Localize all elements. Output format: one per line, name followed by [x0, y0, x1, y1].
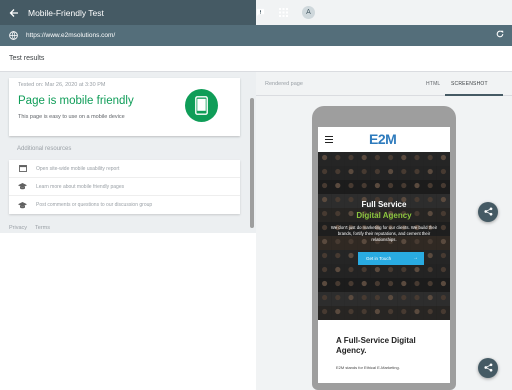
section-text: E2M stands for Ethical E-Marketing. [336, 365, 400, 370]
globe-icon [0, 31, 26, 40]
tab-screenshot[interactable]: SCREENSHOT [451, 81, 488, 87]
share-button[interactable] [478, 358, 498, 378]
hero-banner: Full Service Digital Agency We don't jus… [318, 152, 450, 320]
resource-label: Learn more about mobile friendly pages [36, 183, 125, 190]
cta-label: Get in Touch [366, 256, 392, 261]
privacy-link[interactable]: Privacy [9, 225, 27, 231]
share-icon [483, 359, 493, 377]
app-title: Mobile-Friendly Test [28, 7, 104, 18]
hero-title-line1: Full Service [361, 200, 407, 209]
graduation-cap-icon [9, 183, 36, 190]
results-pane: Tested on: Mar 26, 2020 at 3:30 PM Page … [0, 72, 256, 390]
url-bar: https://www.e2msolutions.com/ [0, 25, 512, 46]
hero-title-line2: Digital Agency [356, 211, 412, 220]
browser-window-icon [9, 165, 36, 172]
footer-links: Privacy Terms [9, 225, 50, 231]
site-header: E2M [318, 127, 450, 152]
tab-html[interactable]: HTML [426, 81, 440, 87]
feedback-icon[interactable] [256, 8, 265, 17]
rendered-page-pane: Rendered page HTML SCREENSHOT E2M Full S… [256, 72, 512, 390]
scrollbar-thumb[interactable] [250, 98, 254, 228]
tested-timestamp: Tested on: Mar 26, 2020 at 3:30 PM [18, 82, 106, 88]
account-avatar[interactable]: A [302, 6, 315, 19]
resource-link[interactable]: Post comments or questions to our discus… [9, 196, 240, 214]
result-card: Tested on: Mar 26, 2020 at 3:30 PM Page … [9, 78, 240, 136]
additional-resources-list: Open site-wide mobile usability report L… [9, 160, 240, 214]
rendered-page-label: Rendered page [265, 81, 303, 87]
rendered-page-header: Rendered page HTML SCREENSHOT [256, 72, 512, 96]
apps-grid-icon[interactable] [279, 8, 288, 17]
result-subtitle: This page is easy to use on a mobile dev… [18, 114, 125, 120]
active-tab-indicator [445, 94, 503, 96]
resource-label: Open site-wide mobile usability report [36, 165, 120, 172]
section-heading: A Full-Service Digital Agency. [336, 336, 416, 355]
site-section: A Full-Service Digital Agency. E2M stand… [318, 320, 450, 383]
app-bar: Mobile-Friendly Test A [0, 0, 512, 25]
graduation-cap-icon [9, 201, 36, 209]
results-header: Test results [0, 46, 512, 72]
additional-resources-title: Additional resources [17, 146, 72, 152]
share-icon [483, 203, 493, 221]
arrow-right-icon: → [413, 255, 418, 261]
share-button[interactable] [478, 202, 498, 222]
page-screenshot: E2M Full Service Digital Agency We don't… [318, 127, 450, 383]
result-headline: Page is mobile friendly [18, 95, 134, 107]
site-logo: E2M [369, 131, 397, 147]
hero-body-text: We don't just do marketing for our clien… [330, 225, 438, 242]
hamburger-menu-icon [325, 136, 333, 145]
resource-link[interactable]: Learn more about mobile friendly pages [9, 178, 240, 196]
back-arrow-icon[interactable] [0, 0, 28, 25]
get-in-touch-button: Get in Touch → [358, 252, 424, 265]
mobile-phone-icon [185, 89, 218, 122]
resource-label: Post comments or questions to our discus… [36, 202, 153, 208]
terms-link[interactable]: Terms [35, 225, 50, 231]
resource-link[interactable]: Open site-wide mobile usability report [9, 160, 240, 178]
url-input[interactable]: https://www.e2msolutions.com/ [26, 32, 115, 39]
refresh-icon[interactable] [496, 30, 504, 40]
results-title: Test results [9, 55, 45, 62]
